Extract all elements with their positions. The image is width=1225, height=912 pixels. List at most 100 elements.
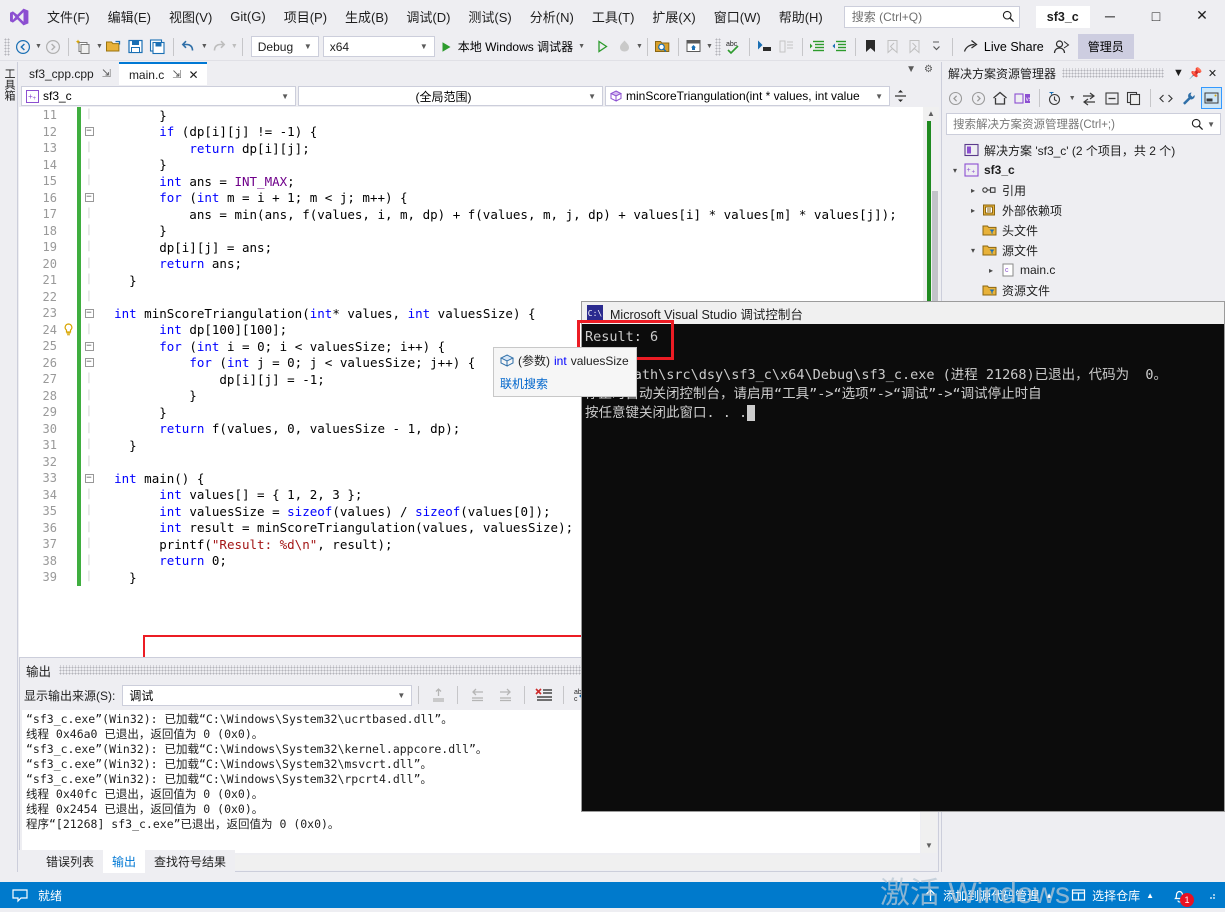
redo-caret-icon[interactable]: ▼: [231, 43, 238, 50]
menu-item-project[interactable]: 项目(P): [275, 3, 336, 30]
code-line[interactable]: 15 │ int ans = INT_MAX;: [19, 173, 923, 190]
pending-changes-caret-icon[interactable]: ▼: [1067, 87, 1078, 109]
new-project-button[interactable]: [73, 35, 95, 59]
properties-button[interactable]: [1178, 87, 1199, 109]
collapse-region-icon[interactable]: −: [81, 341, 97, 351]
switch-views-button[interactable]: vs: [1012, 87, 1033, 109]
new-project-caret-icon[interactable]: ▼: [96, 43, 103, 50]
menu-item-window[interactable]: 窗口(W): [705, 3, 770, 30]
find-message-button[interactable]: [425, 684, 451, 706]
close-icon[interactable]: ✕: [189, 68, 199, 82]
debug-console-window[interactable]: C:\ Microsoft Visual Studio 调试控制台 Result…: [581, 301, 1225, 812]
navigate-forward-button[interactable]: [42, 35, 64, 59]
collapse-region-icon[interactable]: −: [81, 127, 97, 137]
menu-item-git[interactable]: Git(G): [221, 5, 274, 28]
tree-item-引用[interactable]: ▸ 引用: [942, 180, 1225, 200]
menu-item-extensions[interactable]: 扩展(X): [643, 3, 704, 30]
open-file-button[interactable]: [103, 35, 125, 59]
navbar-scope-dropdown[interactable]: (全局范围) ▼: [298, 86, 603, 106]
start-debugging-button[interactable]: 本地 Windows 调试器 ▼: [435, 35, 591, 59]
hot-reload-caret-icon[interactable]: ▼: [636, 43, 643, 50]
previous-bookmark-button[interactable]: [882, 35, 904, 59]
search-in-folder-button[interactable]: [652, 35, 674, 59]
forward-button[interactable]: [967, 87, 988, 109]
collapse-region-icon[interactable]: −: [81, 308, 97, 318]
undo-caret-icon[interactable]: ▼: [201, 43, 208, 50]
toggle-bookmark-button[interactable]: [860, 35, 882, 59]
tree-item-main-c[interactable]: ▸ c main.c: [942, 260, 1225, 280]
menu-item-analyze[interactable]: 分析(N): [521, 3, 583, 30]
view-code-button[interactable]: [1156, 87, 1177, 109]
collapse-region-icon[interactable]: −: [81, 358, 97, 368]
spellcheck-button[interactable]: abc: [723, 35, 745, 59]
home-button[interactable]: [990, 87, 1011, 109]
undo-button[interactable]: [178, 35, 200, 59]
start-without-debugging-button[interactable]: [591, 35, 613, 59]
maximize-button[interactable]: □: [1133, 0, 1179, 31]
tree-item-源文件[interactable]: ▾ 源文件: [942, 240, 1225, 260]
code-line[interactable]: 11 │ }: [19, 107, 923, 124]
uncomment-selection-button[interactable]: [776, 35, 798, 59]
solution-platform-dropdown[interactable]: x64 ▼: [322, 36, 435, 57]
back-button[interactable]: [945, 87, 966, 109]
output-source-dropdown[interactable]: 调试 ▼: [122, 684, 413, 706]
go-to-next-message-button[interactable]: [492, 684, 518, 706]
scrollbar-thumb[interactable]: [932, 191, 938, 317]
navigate-back-button[interactable]: [12, 35, 34, 59]
expander-icon[interactable]: ▸: [966, 206, 980, 215]
code-line[interactable]: 14 │ }: [19, 156, 923, 173]
menu-item-debug[interactable]: 调试(D): [397, 3, 459, 30]
increase-indent-button[interactable]: [807, 35, 829, 59]
menu-item-file[interactable]: 文件(F): [38, 3, 99, 30]
preview-selected-items-button[interactable]: [1200, 87, 1222, 109]
menu-item-edit[interactable]: 编辑(E): [99, 3, 160, 30]
console-output-text[interactable]: Result: 6 up\gopath\src\dsy\sf3_c\x64\De…: [582, 324, 1224, 811]
tree-item-资源文件[interactable]: 资源文件: [942, 280, 1225, 300]
chevron-down-icon[interactable]: ▼: [906, 64, 916, 75]
toolbar-overflow-button[interactable]: [926, 35, 948, 59]
editor-tab-sf3cpp[interactable]: sf3_cpp.cpp ⇲: [19, 62, 119, 85]
menu-item-tools[interactable]: 工具(T): [583, 3, 644, 30]
solution-explorer-search-input[interactable]: 搜索解决方案资源管理器(Ctrl+;) ▼: [946, 113, 1221, 135]
pending-changes-button[interactable]: [1045, 87, 1066, 109]
tab-find-symbol-results[interactable]: 查找符号结果: [145, 850, 235, 873]
code-line[interactable]: 21 │ }: [19, 272, 923, 289]
code-line[interactable]: 18 │ }: [19, 222, 923, 239]
menu-item-build[interactable]: 生成(B): [336, 3, 397, 30]
code-line[interactable]: 19 │ dp[i][j] = ans;: [19, 239, 923, 256]
live-share-button[interactable]: Live Share: [957, 35, 1050, 59]
collapse-region-icon[interactable]: −: [81, 193, 97, 203]
close-button[interactable]: ✕: [1179, 0, 1225, 31]
code-line[interactable]: 20 │ return ans;: [19, 255, 923, 272]
menu-item-test[interactable]: 测试(S): [459, 3, 520, 30]
comment-selection-button[interactable]: [754, 35, 776, 59]
collapse-all-button[interactable]: [1101, 87, 1122, 109]
pin-icon[interactable]: 📌: [1187, 67, 1204, 80]
chevron-down-icon[interactable]: ▼: [1204, 120, 1218, 129]
navbar-member-dropdown[interactable]: minScoreTriangulation(int * values, int …: [605, 86, 890, 106]
expander-icon[interactable]: ▸: [966, 186, 980, 195]
go-to-previous-message-button[interactable]: [464, 684, 490, 706]
tree-item-sf3_c[interactable]: ▾ + + sf3_c: [942, 160, 1225, 180]
window-layout-caret-icon[interactable]: ▼: [706, 43, 713, 50]
close-icon[interactable]: ✕: [1204, 67, 1221, 80]
expander-icon[interactable]: ▾: [966, 246, 980, 255]
expander-icon[interactable]: ▸: [984, 266, 998, 275]
code-line[interactable]: 12 − if (dp[i][j] != -1) {: [19, 123, 923, 140]
lightbulb-icon[interactable]: [63, 323, 77, 336]
window-layout-button[interactable]: [683, 35, 705, 59]
panel-menu-icon[interactable]: ▼: [1170, 67, 1187, 79]
toolbar-grip[interactable]: [4, 37, 10, 56]
scroll-down-arrow-icon[interactable]: ▼: [921, 839, 937, 853]
save-button[interactable]: [125, 35, 147, 59]
decrease-indent-button[interactable]: [829, 35, 851, 59]
next-bookmark-button[interactable]: [904, 35, 926, 59]
redo-button[interactable]: [208, 35, 230, 59]
code-line[interactable]: 13 │ return dp[i][j];: [19, 140, 923, 157]
tab-output[interactable]: 输出: [103, 849, 146, 873]
gear-icon[interactable]: ⚙: [924, 64, 933, 75]
save-all-button[interactable]: [147, 35, 169, 59]
global-search-input[interactable]: 搜索 (Ctrl+Q): [843, 5, 1020, 28]
collapse-region-icon[interactable]: −: [81, 473, 97, 483]
menu-item-view[interactable]: 视图(V): [160, 3, 221, 30]
